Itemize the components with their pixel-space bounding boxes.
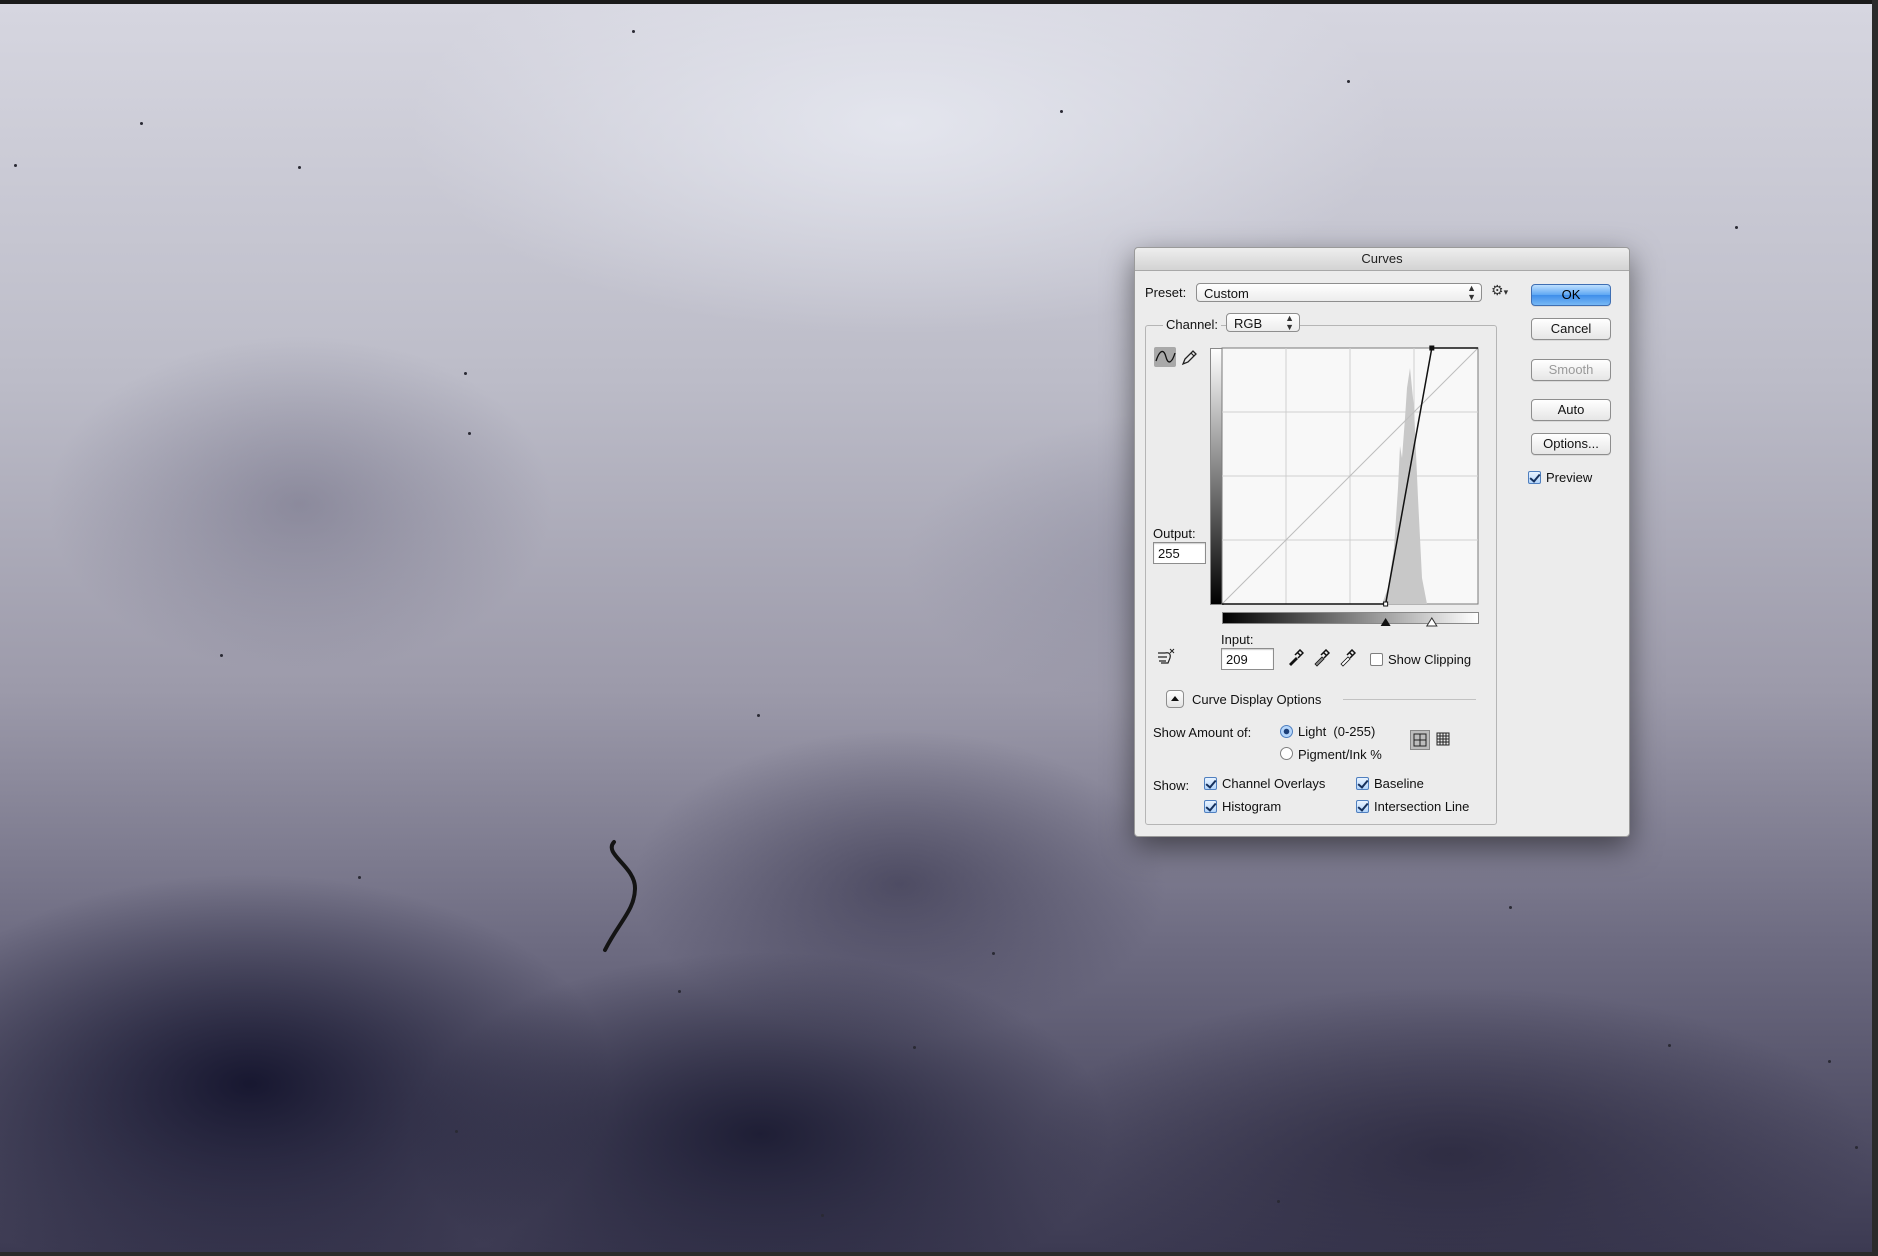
cancel-button[interactable]: Cancel [1531, 318, 1611, 340]
detailed-grid-icon[interactable] [1434, 730, 1452, 748]
intersection-line-label[interactable]: Intersection Line [1374, 799, 1469, 814]
dust-speck [1277, 1200, 1280, 1203]
show-clipping-checkbox[interactable] [1370, 653, 1383, 666]
black-eyedropper-icon[interactable] [1286, 648, 1305, 670]
pigment-radio[interactable] [1280, 747, 1293, 760]
channel-select[interactable]: RGB ▲ ▼ [1226, 313, 1300, 332]
input-sliders[interactable] [1222, 612, 1478, 627]
dust-scratch [603, 840, 638, 952]
dust-speck [14, 164, 17, 167]
curve-display-options-label[interactable]: Curve Display Options [1192, 692, 1321, 707]
pencil-icon[interactable] [1178, 347, 1200, 367]
dust-speck [1828, 1060, 1831, 1063]
light-radio[interactable] [1280, 725, 1293, 738]
dust-speck [1735, 226, 1738, 229]
dust-speck [1855, 1146, 1858, 1149]
dust-speck [464, 372, 467, 375]
dust-speck [358, 876, 361, 879]
preset-value: Custom [1204, 286, 1249, 301]
pigment-option-label[interactable]: Pigment/Ink % [1298, 747, 1382, 762]
curves-graph[interactable] [1221, 345, 1479, 607]
window-edge [0, 1252, 1878, 1256]
chevron-updown-icon: ▲ ▼ [1467, 283, 1476, 302]
dust-speck [468, 432, 471, 435]
channel-label: Channel: [1163, 317, 1222, 332]
curve-control-point[interactable] [1383, 601, 1389, 607]
dust-speck [757, 714, 760, 717]
divider [1343, 699, 1476, 700]
baseline-label[interactable]: Baseline [1374, 776, 1424, 791]
gear-icon[interactable]: ⚙▾ [1491, 282, 1508, 299]
show-amount-label: Show Amount of: [1153, 725, 1252, 740]
white-point-slider[interactable] [1425, 617, 1438, 627]
baseline-checkbox[interactable] [1356, 777, 1369, 790]
options-button[interactable]: Options... [1531, 433, 1611, 455]
curves-dialog: Curves Preset: Custom ▲ ▼ ⚙▾ OK Cancel Sm… [1134, 247, 1630, 837]
curve-display-options-toggle[interactable] [1166, 690, 1184, 708]
preset-select[interactable]: Custom ▲ ▼ [1196, 283, 1482, 302]
output-label: Output: [1153, 526, 1196, 541]
dust-speck [678, 990, 681, 993]
gray-eyedropper-icon[interactable] [1312, 648, 1331, 670]
output-field[interactable]: 255 [1153, 542, 1206, 564]
black-point-slider[interactable] [1380, 618, 1391, 626]
dust-speck [821, 1214, 824, 1217]
show-clipping-label[interactable]: Show Clipping [1388, 652, 1471, 667]
input-label: Input: [1221, 632, 1254, 647]
intersection-line-checkbox[interactable] [1356, 800, 1369, 813]
chevron-updown-icon: ▲ ▼ [1285, 313, 1294, 332]
input-field[interactable]: 209 [1221, 648, 1274, 670]
auto-button[interactable]: Auto [1531, 399, 1611, 421]
smooth-button[interactable]: Smooth [1531, 359, 1611, 381]
preset-label: Preset: [1145, 285, 1187, 300]
dust-speck [455, 1130, 458, 1133]
preview-label[interactable]: Preview [1546, 470, 1592, 485]
hand-target-icon[interactable] [1155, 647, 1177, 670]
channel-overlays-checkbox[interactable] [1204, 777, 1217, 790]
ok-button[interactable]: OK [1531, 284, 1611, 306]
simple-grid-icon[interactable] [1410, 730, 1430, 750]
dust-speck [1509, 906, 1512, 909]
dust-speck [1668, 1044, 1671, 1047]
light-option-label[interactable]: Light (0-255) [1298, 724, 1375, 739]
dust-speck [140, 122, 143, 125]
channel-overlays-label[interactable]: Channel Overlays [1222, 776, 1325, 791]
histogram-label[interactable]: Histogram [1222, 799, 1281, 814]
channel-value: RGB [1234, 316, 1263, 331]
dust-speck [220, 654, 223, 657]
dialog-title[interactable]: Curves [1135, 248, 1629, 271]
histogram-checkbox[interactable] [1204, 800, 1217, 813]
preview-checkbox[interactable] [1528, 471, 1541, 484]
dust-speck [1347, 80, 1350, 83]
dust-speck [913, 1046, 916, 1049]
dust-speck [298, 166, 301, 169]
show-label: Show: [1153, 778, 1190, 793]
dust-speck [992, 952, 995, 955]
white-eyedropper-icon[interactable] [1338, 648, 1357, 670]
curve-control-point[interactable] [1429, 345, 1435, 351]
window-edge [1872, 0, 1878, 1256]
curve-point-tool-icon[interactable] [1154, 347, 1176, 367]
dust-speck [1060, 110, 1063, 113]
dust-speck [632, 30, 635, 33]
